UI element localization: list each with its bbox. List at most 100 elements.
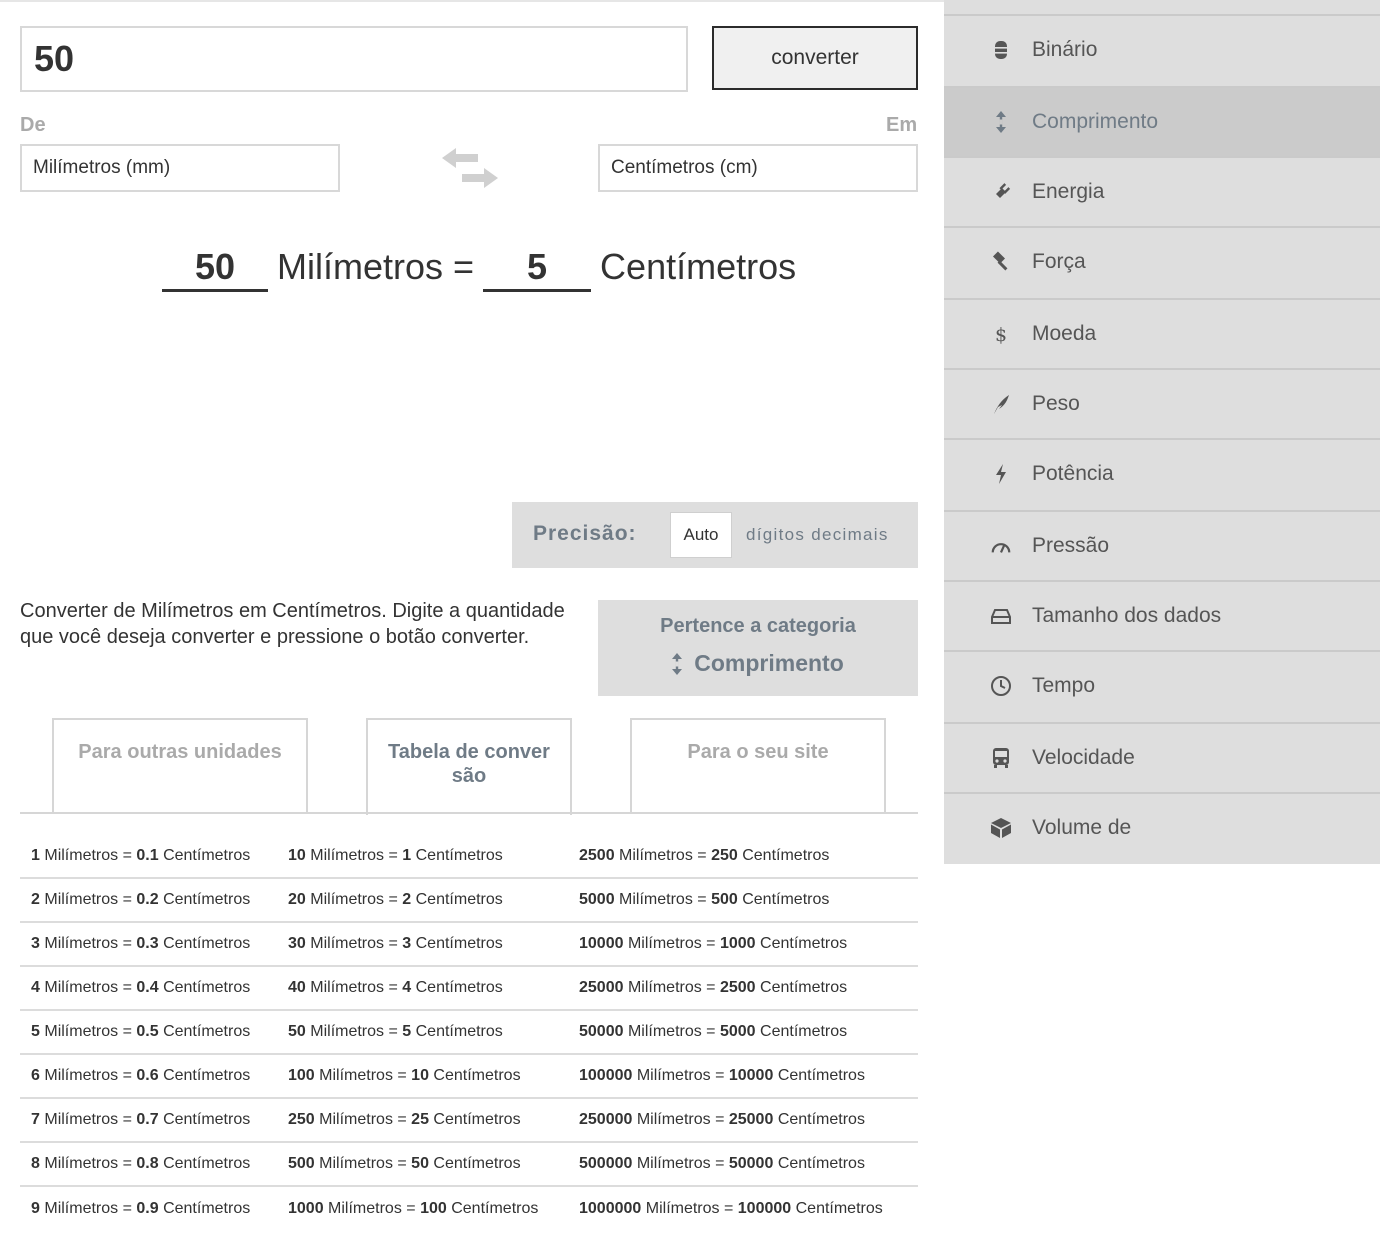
sidebar-item[interactable]: $ Moeda	[944, 298, 1380, 368]
table-cell-to-unit: Centímetros	[163, 1067, 251, 1084]
table-cell: 30 Milímetros = 3 Centímetros	[288, 935, 503, 952]
sidebar-item-label: Energia	[1032, 180, 1105, 203]
table-cell-to-value: 50000	[728, 1155, 774, 1172]
table-cell-to-value: 1	[402, 846, 412, 864]
table-cell-from-value: 5000	[579, 891, 615, 908]
category-sidebar: Binário Comprimento Energia Força $ Moeda Peso…	[944, 0, 1380, 864]
table-cell-from-value: 5	[31, 1023, 40, 1040]
table-cell-from-value: 10	[288, 846, 306, 864]
table-cell-to-unit: Centímetros	[163, 935, 251, 952]
table-cell-from-unit: Milímetros	[44, 891, 119, 908]
sidebar-item[interactable]: Força	[944, 226, 1380, 296]
precision-suffix: dígitos decimais	[746, 525, 889, 544]
tabs-divider	[20, 812, 918, 814]
table-cell-to-value: 25000	[728, 1111, 774, 1128]
table-cell: 3 Milímetros = 0.3 Centímetros	[31, 935, 251, 952]
table-cell-to-value: 0.3	[136, 935, 159, 952]
category-link[interactable]: Comprimento	[672, 650, 844, 677]
table-cell-to-unit: Centímetros	[433, 1067, 521, 1084]
table-cell: 500000 Milímetros = 50000 Centímetros	[579, 1155, 865, 1172]
sidebar-item[interactable]: Velocidade	[944, 722, 1380, 792]
precision-label: Precisão:	[533, 522, 637, 545]
description-text: Converter de Milímetros em Centímetros. …	[20, 600, 565, 648]
sidebar-item[interactable]: Tempo	[944, 650, 1380, 720]
table-cell-to-value: 250	[711, 846, 738, 864]
table-cell-from-value: 1	[31, 846, 40, 864]
category-title: Pertence a categoria	[660, 615, 856, 637]
table-cell-from-unit: Milímetros	[44, 846, 119, 864]
table-cell-to-value: 5000	[719, 1023, 756, 1040]
table-cell: 7 Milímetros = 0.7 Centímetros	[31, 1111, 251, 1128]
table-cell: 10 Milímetros = 1 Centímetros	[288, 846, 503, 864]
to-unit-select[interactable]: Centímetros (cm)	[598, 144, 918, 192]
result-output-value: 5	[483, 244, 592, 292]
sidebar-item[interactable]: Potência	[944, 438, 1380, 508]
sidebar-item[interactable]: Energia	[944, 156, 1380, 226]
from-unit-value: Milímetros (mm)	[33, 157, 171, 178]
table-cell-from-value: 250000	[579, 1111, 633, 1128]
vertical-arrows-icon	[672, 652, 683, 675]
table-cell-to-value: 500	[711, 891, 738, 908]
table-cell: 50000 Milímetros = 5000 Centímetros	[579, 1023, 848, 1040]
table-cell: 5 Milímetros = 0.5 Centímetros	[31, 1023, 251, 1040]
sidebar-item[interactable]: Binário	[944, 14, 1380, 84]
table-cell-to-unit: Centímetros	[415, 1023, 503, 1040]
table-cell-to-unit: Centímetros	[795, 1199, 883, 1217]
table-row: 1 Milímetros = 0.1 Centímetros 10 Milímet…	[20, 834, 918, 878]
bus-icon	[990, 747, 1012, 769]
table-cell-to-unit: Centímetros	[415, 891, 503, 908]
precision-select[interactable]: Auto	[670, 512, 732, 558]
sidebar-item[interactable]: Pressão	[944, 510, 1380, 580]
sidebar-item[interactable]: Comprimento	[944, 86, 1380, 156]
table-cell-from-unit: Milímetros	[310, 1023, 385, 1040]
vertical-arrows-icon	[990, 111, 1012, 133]
tab-conversion-table[interactable]: Tabela de conver são	[366, 718, 572, 815]
to-label: Em	[886, 114, 918, 136]
from-unit-select[interactable]: Milímetros (mm)	[20, 144, 340, 192]
table-cell-from-unit: Milímetros	[636, 1155, 711, 1172]
from-label: De	[20, 114, 46, 136]
table-cell-to-unit: Centímetros	[760, 1023, 848, 1040]
table-cell-from-unit: Milímetros	[44, 935, 119, 952]
table-cell-from-value: 7	[31, 1111, 40, 1128]
table-cell-from-value: 1000000	[579, 1199, 642, 1217]
amount-input[interactable]	[20, 26, 688, 92]
convert-button[interactable]: converter	[712, 26, 918, 90]
sidebar-item[interactable]: Peso	[944, 368, 1380, 438]
table-cell-to-unit: Centímetros	[163, 979, 251, 996]
table-cell-to-unit: Centímetros	[777, 1155, 865, 1172]
table-cell-to-unit: Centímetros	[163, 1023, 251, 1040]
table-cell-to-value: 0.9	[136, 1199, 159, 1217]
swap-arrows-icon[interactable]	[438, 144, 502, 194]
table-cell: 2 Milímetros = 0.2 Centímetros	[31, 891, 251, 908]
sidebar-item[interactable]: Tamanho dos dados	[944, 580, 1380, 650]
table-cell: 8 Milímetros = 0.8 Centímetros	[31, 1155, 251, 1172]
database-icon	[990, 39, 1012, 61]
table-cell: 10000 Milímetros = 1000 Centímetros	[579, 935, 848, 952]
table-cell-to-value: 0.4	[136, 979, 159, 996]
tab-for-your-site[interactable]: Para o seu site	[630, 718, 886, 813]
table-cell-from-unit: Milímetros	[310, 891, 385, 908]
table-cell-to-unit: Centímetros	[760, 979, 848, 996]
table-cell: 9 Milímetros = 0.9 Centímetros	[31, 1199, 251, 1217]
table-cell-from-value: 2	[31, 891, 40, 908]
table-cell: 100 Milímetros = 10 Centímetros	[288, 1067, 521, 1084]
table-row: 2 Milímetros = 0.2 Centímetros 20 Milímet…	[20, 878, 918, 922]
table-cell-from-value: 500000	[579, 1155, 633, 1172]
tab-other-units[interactable]: Para outras unidades	[52, 718, 308, 813]
table-cell-from-value: 100	[288, 1067, 315, 1084]
table-cell-to-value: 10000	[728, 1067, 774, 1084]
table-cell-to-value: 3	[402, 935, 412, 952]
table-cell: 2500 Milímetros = 250 Centímetros	[579, 846, 830, 864]
table-cell-from-unit: Milímetros	[310, 935, 385, 952]
table-cell-from-unit: Milímetros	[44, 1023, 119, 1040]
table-cell-to-unit: Centímetros	[777, 1111, 865, 1128]
table-cell: 500 Milímetros = 50 Centímetros	[288, 1155, 521, 1172]
gauge-icon	[990, 535, 1012, 557]
tab-label: Para o seu site	[687, 741, 829, 763]
sidebar-item[interactable]: Volume de	[944, 792, 1380, 862]
top-divider	[0, 0, 944, 2]
hard-drive-icon	[990, 605, 1012, 627]
table-cell-to-unit: Centímetros	[163, 1111, 251, 1128]
table-cell: 100000 Milímetros = 10000 Centímetros	[579, 1067, 865, 1084]
